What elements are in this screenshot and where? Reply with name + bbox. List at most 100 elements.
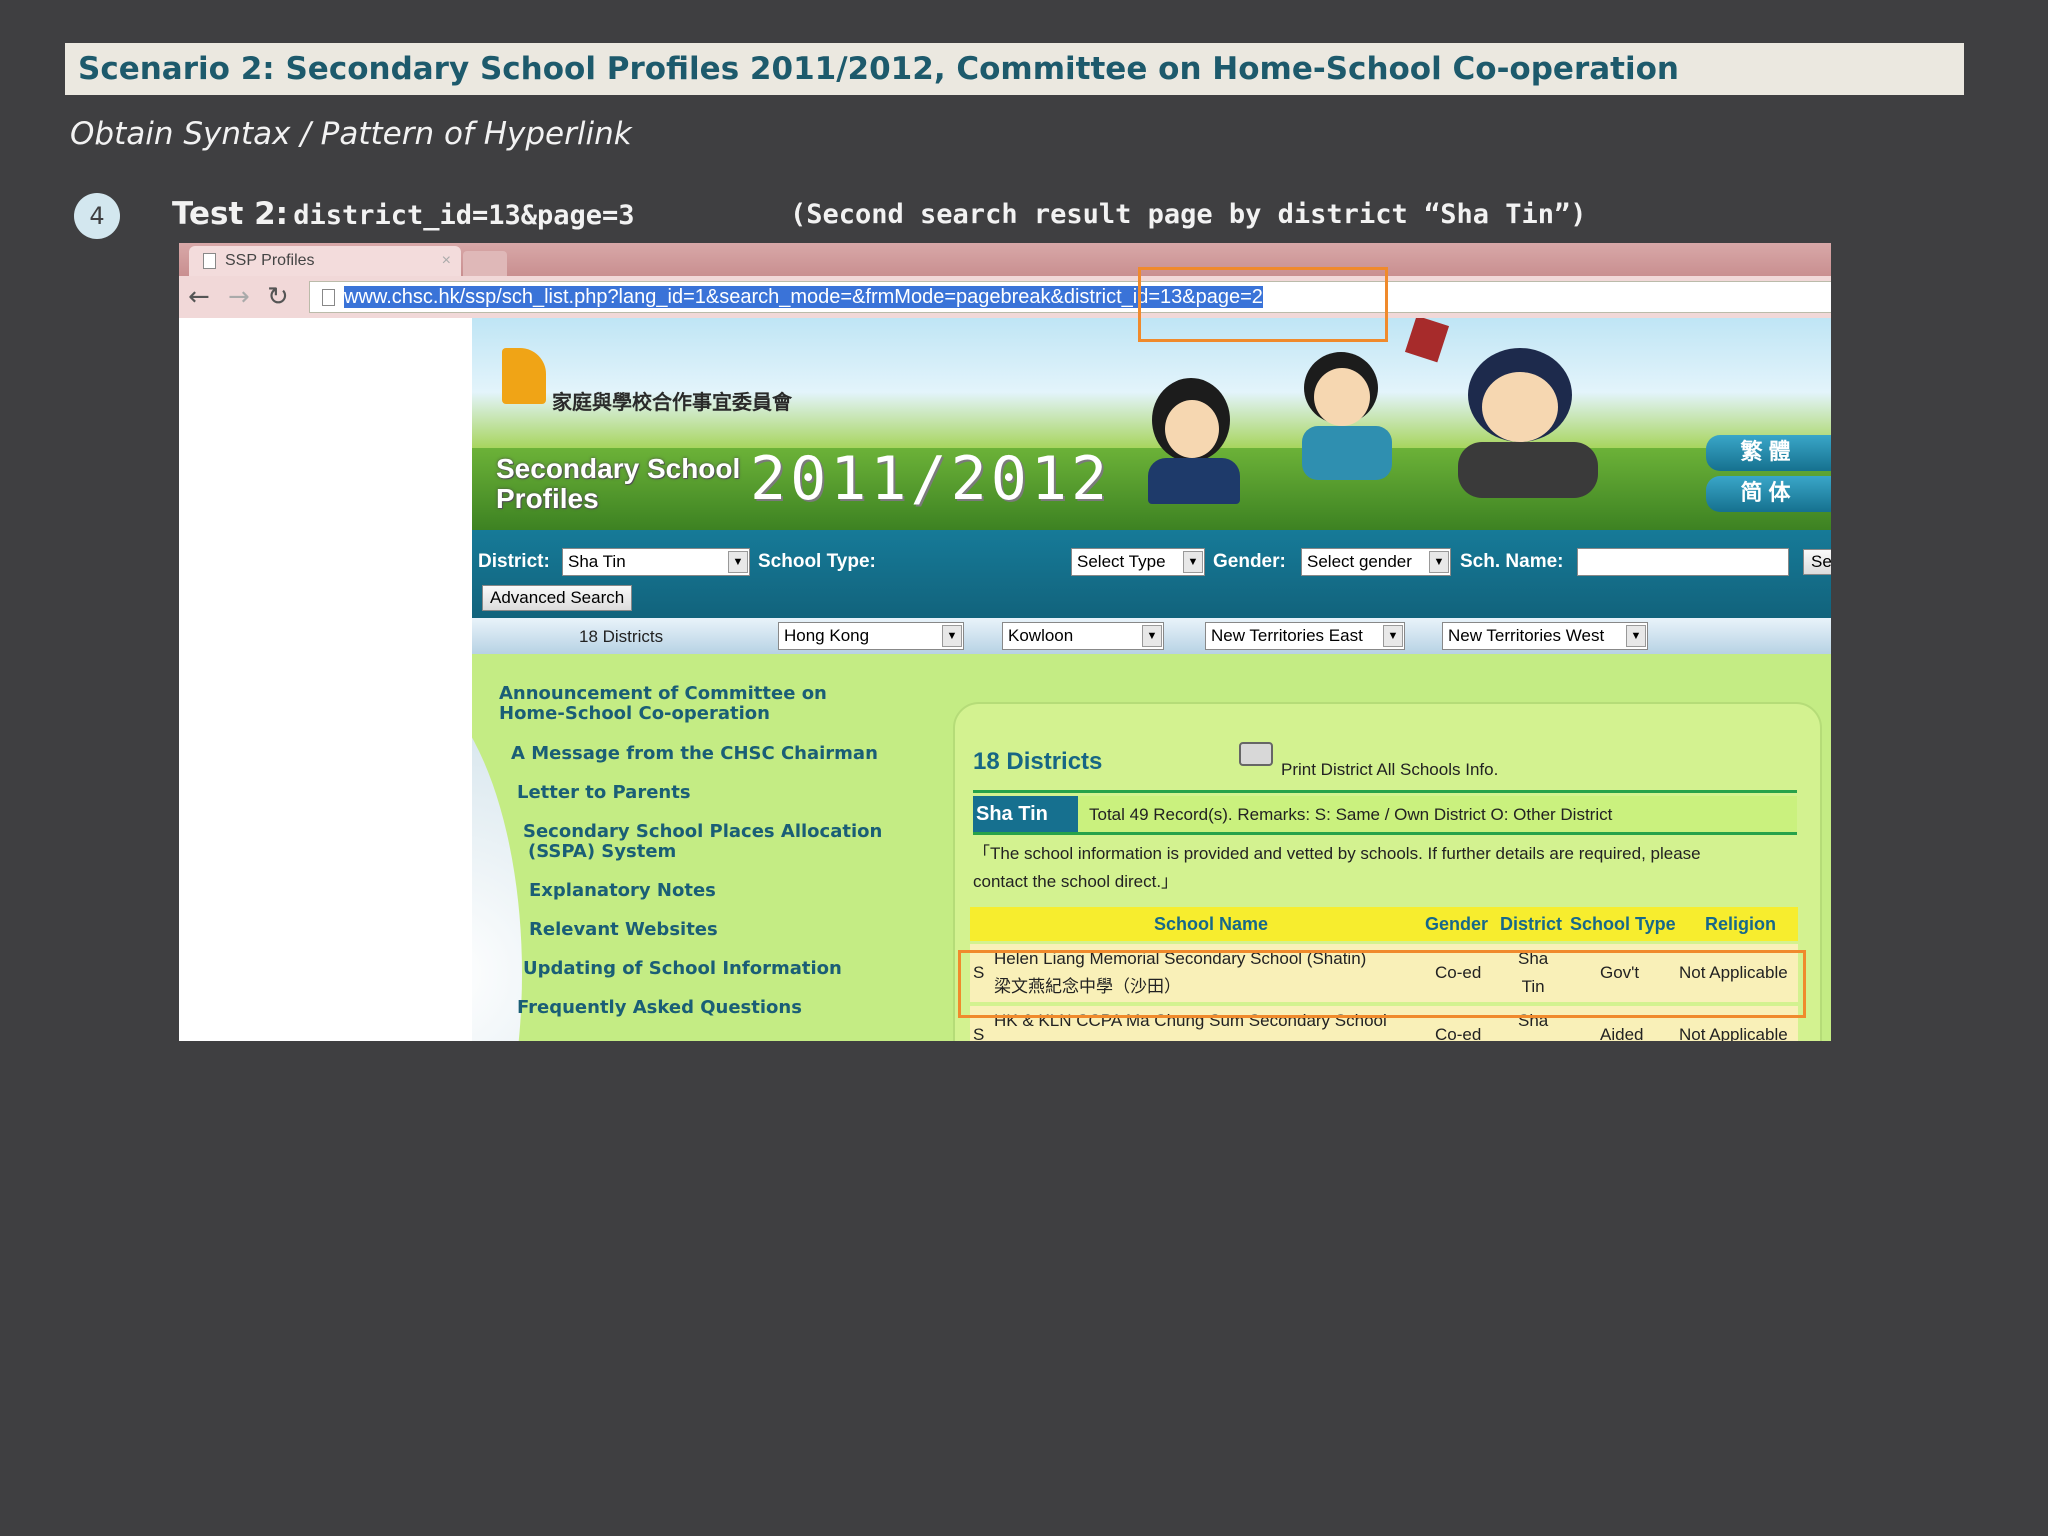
column-header-district: District [1500,914,1563,934]
step-number-badge: 4 [74,193,120,239]
slide-subtitle: Obtain Syntax / Pattern of Hyperlink [70,116,632,152]
back-arrow-icon[interactable]: ← [188,282,210,312]
new-territories-east-select-value: New Territories East [1211,626,1363,645]
district-mark: S [973,1025,985,1041]
sidebar-item-letter-to-parents[interactable]: Letter to Parents [517,783,691,803]
chevron-down-icon[interactable]: ▼ [728,551,748,573]
kowloon-select-value: Kowloon [1008,626,1074,645]
kowloon-select[interactable]: Kowloon ▼ [1002,622,1164,650]
printer-icon[interactable] [1239,742,1273,766]
student-body-icon [1148,458,1240,504]
sidebar-item-chairman-message[interactable]: A Message from the CHSC Chairman [511,744,878,764]
page-icon [203,253,216,269]
records-summary: Total 49 Record(s). Remarks: S: Same / O… [1089,805,1613,824]
student-body-icon [1458,442,1598,498]
banner-title: Secondary School Profiles [496,454,740,514]
website: 家庭與學校合作事宜委員會 Secondary School Profiles 2… [472,318,1831,1041]
browser-screenshot: SSP Profiles × ← → ↻ www.chsc.hk/ssp/sch… [179,243,1831,1041]
sidebar-item-updating-info[interactable]: Updating of School Information [523,959,842,979]
close-icon[interactable]: × [442,246,451,276]
school-name-input[interactable] [1577,548,1789,576]
new-tab-button[interactable] [463,251,507,276]
test-line: Test 2: district_id=13&page=3 (Second se… [172,196,1587,232]
school-type-select[interactable]: Select Type ▼ [1071,548,1205,576]
new-territories-west-select[interactable]: New Territories West ▼ [1442,622,1648,650]
advanced-search-button[interactable]: Advanced Search [482,585,633,611]
book-icon [1404,318,1450,363]
test-label: Test 2: [172,196,289,232]
tab-bar: SSP Profiles × [179,243,1831,276]
student-face-icon [1314,368,1370,426]
url-parameter-highlight [1138,267,1388,342]
records-bar: Sha Tin Total 49 Record(s). Remarks: S: … [973,796,1797,832]
school-name-label: Sch. Name: [1460,551,1564,572]
browser-toolbar: ← → ↻ www.chsc.hk/ssp/sch_list.php?lang_… [179,276,1831,318]
sidebar-nav: Announcement of Committee on Home-School … [472,654,942,1041]
traditional-chinese-button[interactable]: 繁體 [1706,435,1831,471]
column-header-school-type: School Type [1570,914,1676,934]
school-type-select-value: Select Type [1077,552,1166,571]
tab-title: SSP Profiles [225,252,315,269]
divider [973,832,1797,835]
new-territories-east-select[interactable]: New Territories East ▼ [1205,622,1405,650]
chevron-down-icon[interactable]: ▼ [942,625,962,647]
new-territories-west-select-value: New Territories West [1448,626,1605,645]
banner-year: 2011/2012 [750,444,1112,514]
chsc-logo-icon[interactable] [502,348,546,404]
notice-text: 「The school information is provided and … [973,844,1701,891]
religion-cell: Not Applicable [1679,1025,1788,1041]
column-header-religion: Religion [1705,914,1776,934]
browser-tab[interactable]: SSP Profiles × [189,246,461,276]
address-bar[interactable]: www.chsc.hk/ssp/sch_list.php?lang_id=1&s… [309,281,1831,313]
student-face-icon [1482,372,1558,442]
gender-select-value: Select gender [1307,552,1412,571]
chevron-down-icon[interactable]: ▼ [1626,625,1646,647]
districts-label: 18 Districts [579,627,664,646]
sidebar-curve-decoration [472,674,522,1041]
school-type-cell: Aided [1600,1025,1644,1041]
student-body-icon [1302,426,1392,480]
district-label: District: [478,551,550,572]
site-banner: 家庭與學校合作事宜委員會 Secondary School Profiles 2… [472,318,1831,530]
print-district-link[interactable]: Print District All Schools Info. [1281,760,1498,780]
district-select[interactable]: Sha Tin ▼ [562,548,750,576]
school-type-label: School Type: [758,551,876,572]
district-chip: Sha Tin [973,796,1078,832]
district-bar: 18 Districts Hong Kong ▼ Kowloon ▼ New T… [472,618,1831,654]
sidebar-item-faq[interactable]: Frequently Asked Questions [517,998,802,1018]
result-row-highlight [958,950,1806,1018]
hong-kong-select[interactable]: Hong Kong ▼ [778,622,964,650]
test-code: district_id=13&page=3 [293,200,635,231]
table-header: School Name Gender District School Type … [970,907,1798,941]
results-heading: 18 Districts [973,748,1103,775]
sidebar-item-relevant-websites[interactable]: Relevant Websites [529,920,718,940]
page-icon [322,289,335,306]
chevron-down-icon[interactable]: ▼ [1142,625,1162,647]
sidebar-item-announcement[interactable]: Announcement of Committee on Home-School … [499,684,827,724]
sidebar-item-explanatory-notes[interactable]: Explanatory Notes [529,881,716,901]
gender-label: Gender: [1213,551,1286,572]
hong-kong-select-value: Hong Kong [784,626,870,645]
banner-title-line2: Profiles [496,483,599,514]
gender-select[interactable]: Select gender ▼ [1301,548,1451,576]
url-text[interactable]: www.chsc.hk/ssp/sch_list.php?lang_id=1&s… [344,286,1263,308]
search-bar: District: Sha Tin ▼ School Type: Select … [472,530,1831,618]
reload-icon[interactable]: ↻ [267,282,289,312]
column-header-school-name: School Name [1154,914,1269,934]
chevron-down-icon[interactable]: ▼ [1183,551,1203,573]
banner-title-line1: Secondary School [496,453,741,484]
district-select-value: Sha Tin [568,552,626,571]
column-header-gender: Gender [1425,914,1489,934]
test-note: (Second search result page by district “… [790,199,1587,230]
search-button[interactable]: Search [1803,549,1831,575]
sidebar-item-sspa-system[interactable]: Secondary School Places Allocation (SSPA)… [523,822,882,862]
forward-arrow-icon[interactable]: → [228,282,250,312]
gender-cell: Co-ed [1435,1025,1482,1041]
student-face-icon [1165,400,1219,458]
chevron-down-icon[interactable]: ▼ [1383,625,1403,647]
divider [973,790,1797,793]
chevron-down-icon[interactable]: ▼ [1429,551,1449,573]
simplified-chinese-button[interactable]: 简体 [1706,476,1831,512]
slide-title: Scenario 2: Secondary School Profiles 20… [65,43,1964,95]
logo-text: 家庭與學校合作事宜委員會 [552,390,792,414]
